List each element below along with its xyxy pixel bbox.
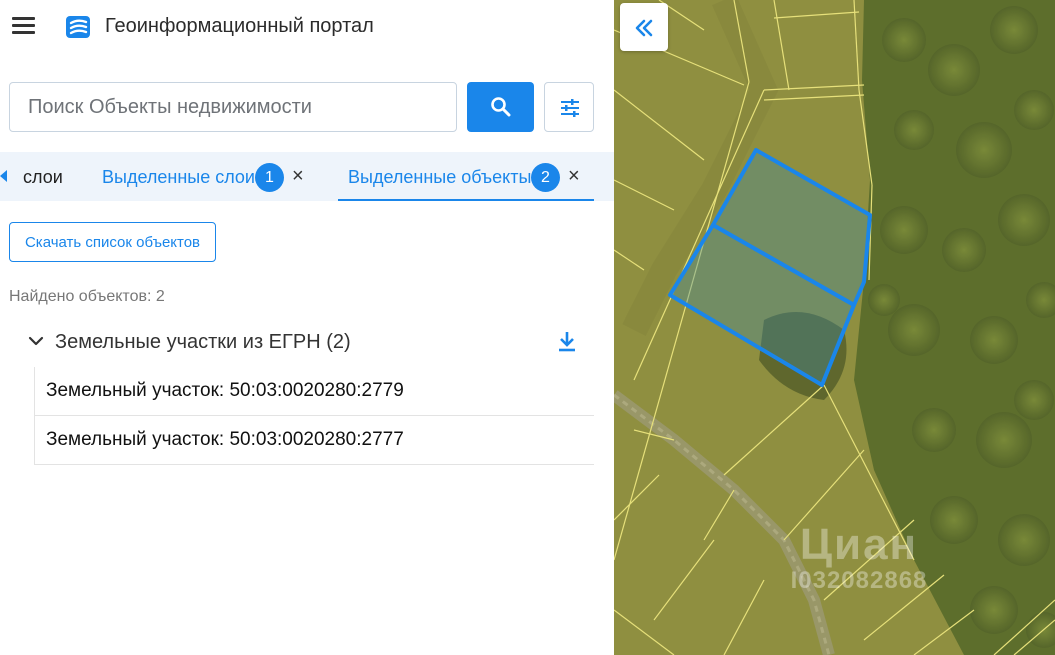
search-button[interactable] — [467, 82, 534, 132]
tab-label: слои — [23, 167, 63, 187]
list-item[interactable]: Земельный участок: 50:03:0020280:2777 — [35, 416, 594, 465]
tab-selected-layers[interactable]: Выделенные слои 1 × — [92, 152, 320, 201]
close-icon[interactable]: × — [292, 166, 304, 186]
collapse-panel-button[interactable] — [620, 3, 668, 51]
download-list-button[interactable]: Скачать список объектов — [9, 222, 216, 262]
close-icon[interactable]: × — [568, 166, 580, 186]
search-icon — [491, 97, 511, 117]
tab-count-badge: 1 — [255, 163, 284, 192]
side-panel: Геоинформационный портал слои Выделенные… — [0, 0, 614, 655]
chevron-down-icon — [28, 336, 44, 346]
tab-selected-objects[interactable]: Выделенные объекты 2 × — [338, 152, 594, 201]
tab-label: Выделенные слои — [102, 167, 255, 187]
tab-label: Выделенные объекты — [348, 167, 532, 187]
search-input[interactable] — [9, 82, 457, 132]
sliders-icon — [561, 99, 579, 117]
list-item[interactable]: Земельный участок: 50:03:0020280:2779 — [35, 367, 594, 416]
tab-bar: слои Выделенные слои 1 × Выделенные объе… — [0, 152, 614, 201]
group-title: Земельные участки из ЕГРН (2) — [55, 331, 351, 353]
app-title: Геоинформационный портал — [105, 15, 374, 37]
download-icon[interactable] — [556, 329, 578, 353]
tabs-scroll-left-icon[interactable] — [0, 170, 7, 182]
found-count: Найдено объектов: 2 — [9, 288, 165, 305]
watermark: Циан I032082868 — [744, 522, 974, 594]
filter-button[interactable] — [544, 82, 594, 132]
app-header: Геоинформационный портал — [0, 0, 614, 54]
map-view[interactable]: Циан I032082868 — [614, 0, 1055, 655]
tab-count-badge: 2 — [531, 163, 560, 192]
result-list: Земельный участок: 50:03:0020280:2779 Зе… — [34, 367, 594, 465]
watermark-id: I032082868 — [790, 567, 928, 594]
double-chevron-left-icon — [635, 19, 653, 37]
hamburger-menu-icon[interactable] — [10, 15, 38, 39]
tab-layers[interactable]: слои — [14, 152, 80, 201]
group-header-land-plots[interactable]: Земельные участки из ЕГРН (2) — [28, 325, 594, 359]
watermark-brand: Циан — [799, 520, 919, 569]
portal-logo-icon — [66, 16, 90, 38]
